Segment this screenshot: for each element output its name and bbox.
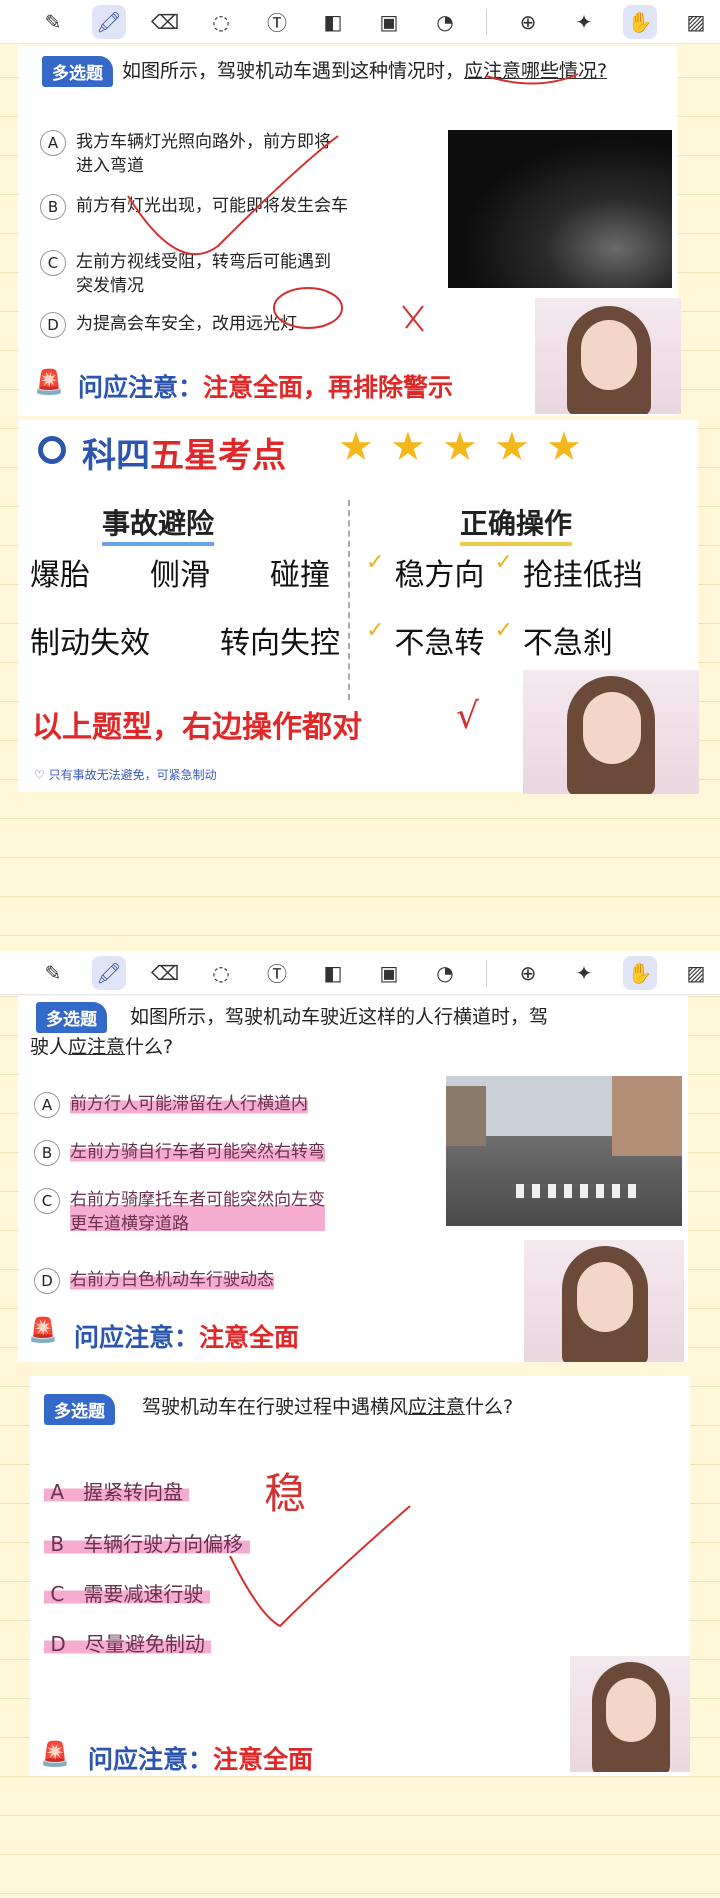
hand-touch-tool-button[interactable]: ✋ bbox=[623, 4, 657, 39]
eraser-icon: ⌫ bbox=[150, 9, 180, 34]
pattern-icon: ▨ bbox=[686, 9, 706, 34]
option-c[interactable]: C 右前方骑摩托车者可能突然向左变 更车道横穿道路 bbox=[34, 1188, 454, 1236]
left-heading: 事故避险 bbox=[102, 502, 215, 546]
highlighter-tool-button[interactable]: 🖍 bbox=[92, 955, 126, 990]
highlighter-tool-button[interactable]: 🖍 bbox=[92, 4, 126, 39]
text-tool-tool-button[interactable]: Ⓣ bbox=[260, 5, 294, 39]
text-tool-icon: Ⓣ bbox=[267, 11, 287, 35]
shapes-icon: ◧ bbox=[323, 9, 343, 34]
star-icon: ★ bbox=[546, 424, 582, 470]
zoom-icon: ⊕ bbox=[519, 960, 537, 985]
left-row-2: 制动失效 转向失控 bbox=[30, 626, 340, 661]
pen-icon: ✎ bbox=[44, 9, 62, 34]
summary-text: 以上题型，右边操作都对 bbox=[32, 710, 362, 745]
ask-attention-text: 问应注意：注意全面 bbox=[88, 1745, 314, 1774]
presenter-avatar bbox=[570, 1656, 690, 1772]
highlighter-icon: 🖍 bbox=[96, 9, 122, 34]
lasso-tool-button[interactable]: ◌ bbox=[204, 956, 238, 990]
star-icon: ★ bbox=[390, 424, 426, 470]
zoom-tool-button[interactable]: ⊕ bbox=[511, 5, 545, 39]
note-text: ♡ 只有事故无法避免，可紧急制动 bbox=[34, 768, 217, 782]
lasso-icon: ◌ bbox=[212, 9, 230, 34]
left-row-1: 爆胎 侧滑 碰撞 bbox=[30, 558, 330, 593]
lasso-tool-button[interactable]: ◌ bbox=[204, 5, 238, 39]
presenter-avatar bbox=[524, 1240, 684, 1362]
hand-touch-icon: ✋ bbox=[627, 9, 653, 34]
option-text: 右前方白色机动车行驶动态 bbox=[70, 1268, 274, 1292]
sticker-tool-button[interactable]: ◔ bbox=[428, 5, 462, 39]
zoom-icon: ⊕ bbox=[519, 9, 537, 34]
alarm-icon: 🚨 bbox=[28, 1316, 58, 1344]
crosswalk-photo bbox=[446, 1076, 682, 1226]
laser-pointer-tool-button[interactable]: ✦ bbox=[567, 956, 601, 990]
image-tool-button[interactable]: ▣ bbox=[372, 956, 406, 990]
text-tool-icon: Ⓣ bbox=[267, 962, 287, 986]
ask-attention-text: 问应注意：注意全面 bbox=[74, 1323, 300, 1352]
laser-pointer-tool-button[interactable]: ✦ bbox=[567, 5, 601, 39]
option-text: 右前方骑摩托车者可能突然向左变 更车道横穿道路 bbox=[70, 1188, 325, 1236]
pattern-icon: ▨ bbox=[686, 960, 706, 985]
toolbar-separator bbox=[486, 959, 487, 986]
alarm-icon: 🚨 bbox=[40, 1740, 70, 1768]
option-b[interactable]: B 左前方骑自行车者可能突然右转弯 bbox=[34, 1140, 454, 1166]
sticker-icon: ◔ bbox=[436, 960, 454, 985]
text-tool-tool-button[interactable]: Ⓣ bbox=[260, 956, 294, 990]
highlighter-icon: 🖍 bbox=[96, 960, 122, 985]
divider bbox=[348, 500, 350, 700]
shapes-icon: ◧ bbox=[323, 960, 343, 985]
right-row-1: ✓ 稳方向 ✓ 抢挂低挡 bbox=[366, 550, 643, 593]
toolbar-top: ✎ 🖍 ⌫ ◌ Ⓣ ◧ ▣ ◔ ⊕ ✦ ✋ ▨ bbox=[0, 0, 720, 44]
toolbar-bottom: ✎ 🖍 ⌫ ◌ Ⓣ ◧ ▣ ◔ ⊕ ✦ ✋ ▨ bbox=[0, 951, 720, 995]
heart-icon: ♡ bbox=[34, 768, 49, 782]
lasso-icon: ◌ bbox=[212, 960, 230, 985]
zoom-tool-button[interactable]: ⊕ bbox=[511, 956, 545, 990]
hand-touch-icon: ✋ bbox=[627, 960, 653, 985]
target-icon bbox=[38, 436, 66, 464]
presenter-avatar bbox=[535, 298, 681, 414]
star-icon: ★ bbox=[442, 424, 478, 470]
option-d[interactable]: D 右前方白色机动车行驶动态 bbox=[34, 1268, 454, 1294]
image-icon: ▣ bbox=[379, 960, 399, 985]
pattern-tool-button[interactable]: ▨ bbox=[679, 5, 713, 39]
eraser-icon: ⌫ bbox=[150, 960, 180, 985]
image-tool-button[interactable]: ▣ bbox=[372, 5, 406, 39]
pen-tool-button[interactable]: ✎ bbox=[36, 956, 70, 990]
sticker-icon: ◔ bbox=[436, 9, 454, 34]
toolbar-separator bbox=[486, 8, 487, 35]
pen-icon: ✎ bbox=[44, 960, 62, 985]
laser-pointer-icon: ✦ bbox=[575, 9, 593, 34]
pen-tool-button[interactable]: ✎ bbox=[36, 5, 70, 39]
shapes-tool-button[interactable]: ◧ bbox=[316, 5, 350, 39]
image-icon: ▣ bbox=[379, 9, 399, 34]
laser-pointer-icon: ✦ bbox=[575, 960, 593, 985]
option-a[interactable]: A 前方行人可能滞留在人行横道内 bbox=[34, 1092, 454, 1118]
eraser-tool-button[interactable]: ⌫ bbox=[148, 956, 182, 990]
sticker-tool-button[interactable]: ◔ bbox=[428, 956, 462, 990]
pattern-tool-button[interactable]: ▨ bbox=[679, 956, 713, 990]
question-text: 如图所示，驾驶机动车驶近这样的人行横道时，驾 驶人应注意什么? bbox=[30, 1006, 549, 1058]
right-heading: 正确操作 bbox=[460, 502, 573, 546]
shapes-tool-button[interactable]: ◧ bbox=[316, 956, 350, 990]
presenter-avatar bbox=[523, 670, 699, 794]
eraser-tool-button[interactable]: ⌫ bbox=[148, 5, 182, 39]
star-icon: ★ bbox=[338, 424, 374, 470]
star-icon: ★ bbox=[494, 424, 530, 470]
hand-touch-tool-button[interactable]: ✋ bbox=[623, 955, 657, 990]
checkmark-handwriting: √ bbox=[456, 696, 479, 737]
option-text: 前方行人可能滞留在人行横道内 bbox=[70, 1092, 308, 1116]
right-row-2: ✓ 不急转 ✓ 不急刹 bbox=[366, 618, 613, 661]
key-points-title: 科四五星考点 bbox=[82, 436, 286, 476]
option-text: 左前方骑自行车者可能突然右转弯 bbox=[70, 1140, 325, 1164]
